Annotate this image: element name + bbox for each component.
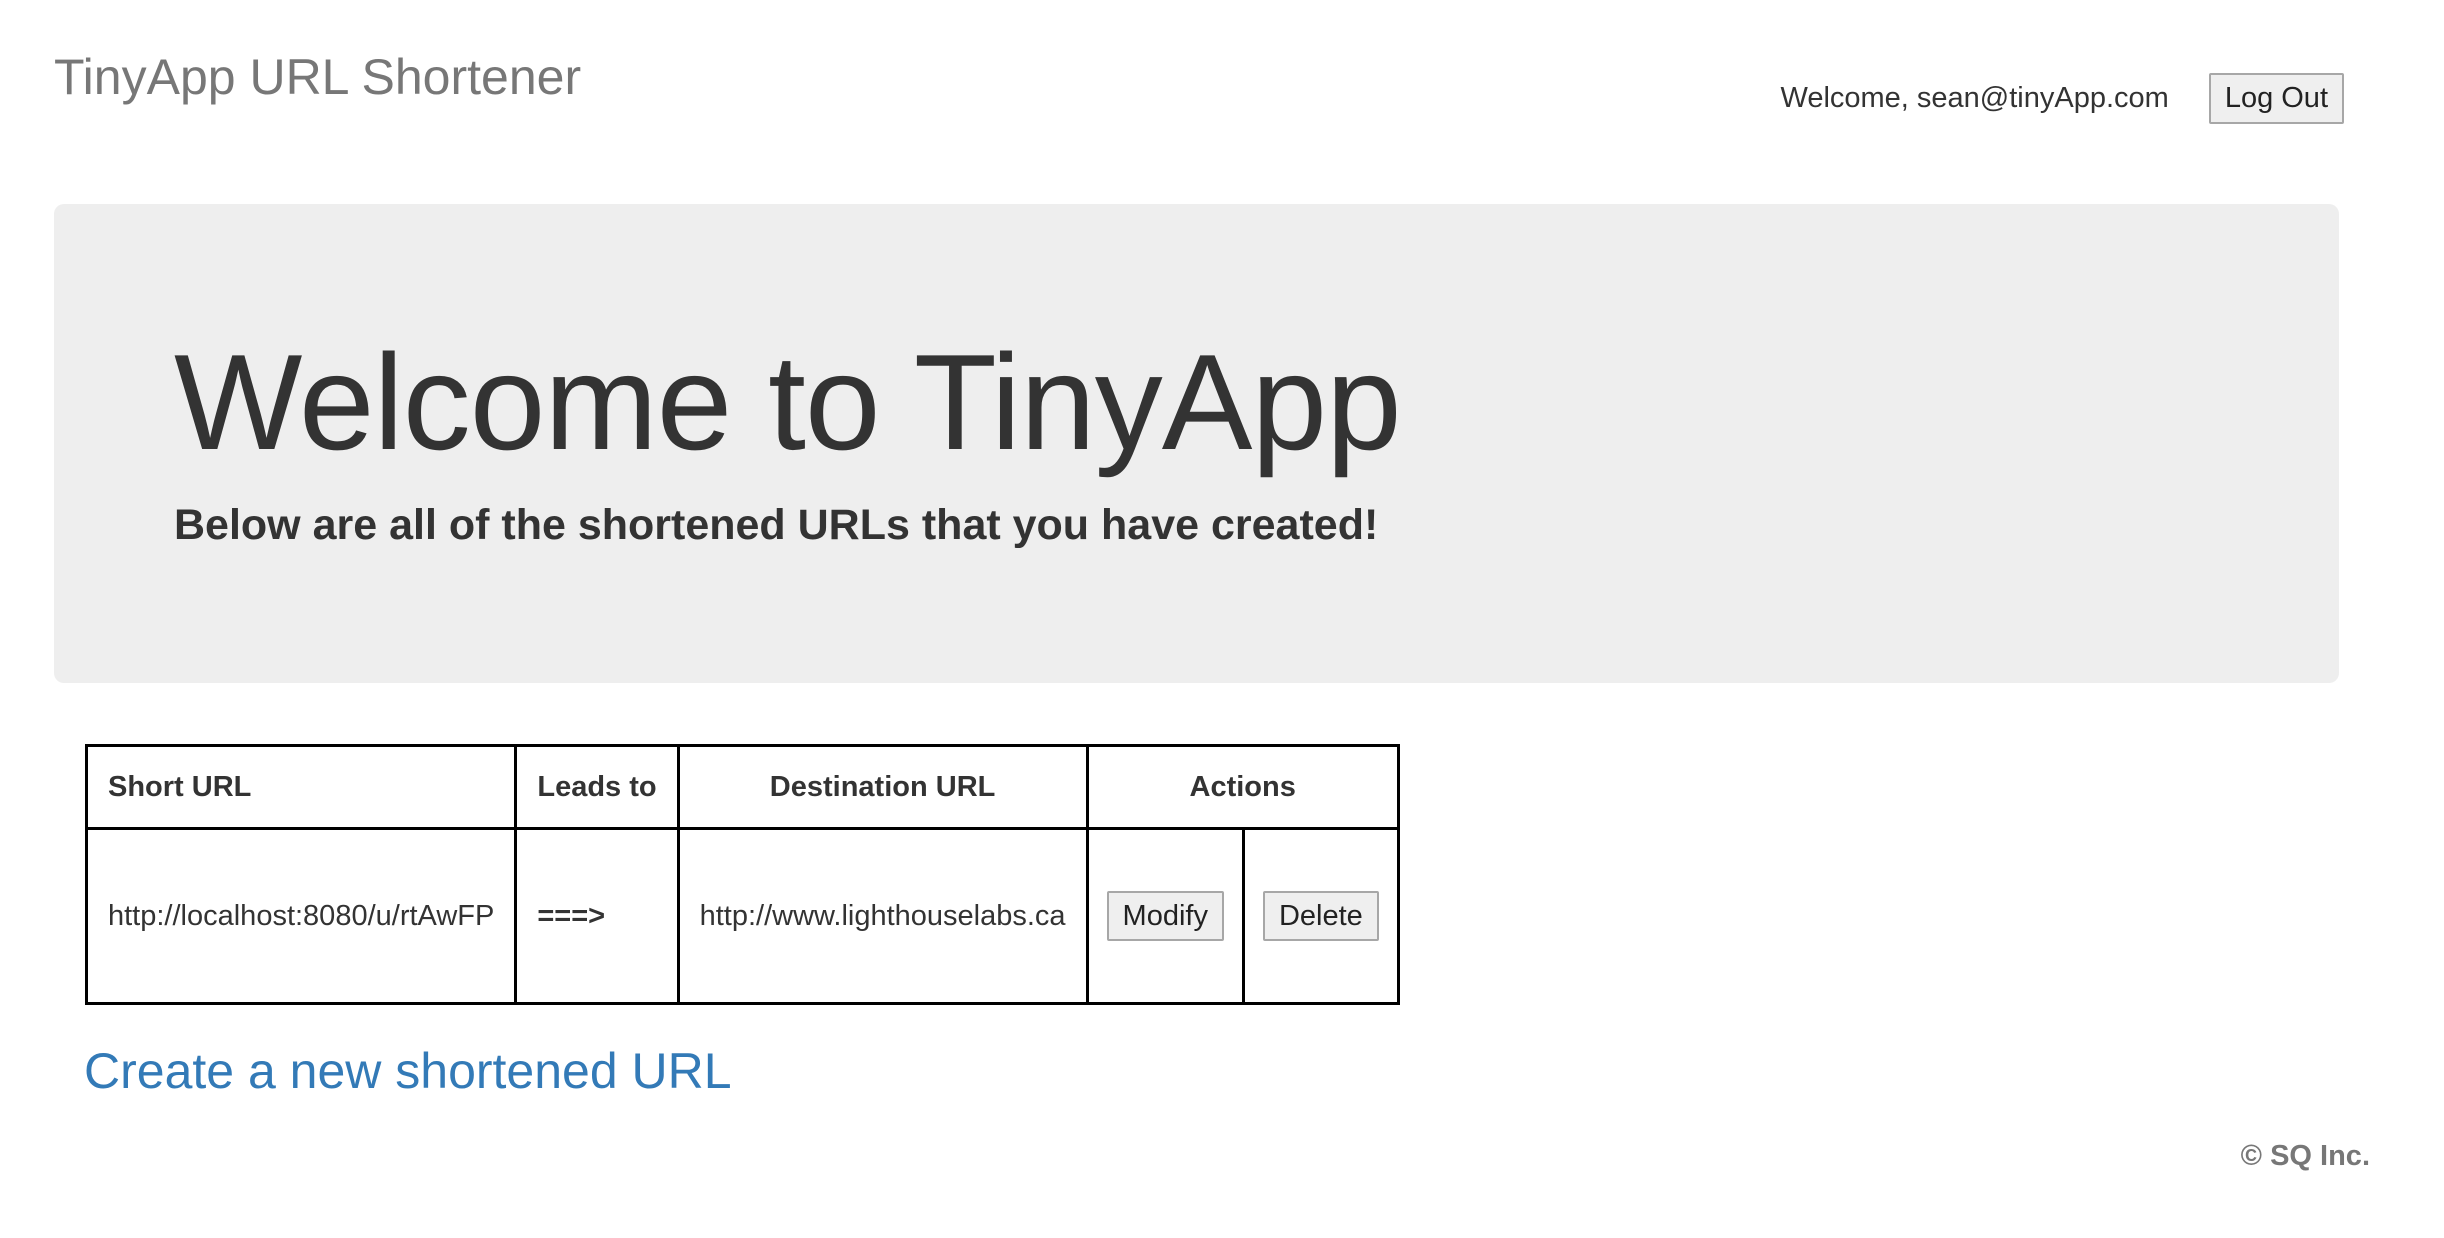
delete-cell: Delete xyxy=(1241,827,1400,1005)
header-leads-to: Leads to xyxy=(514,744,680,830)
footer-copyright: © SQ Inc. xyxy=(2240,1140,2370,1172)
header-short-url: Short URL xyxy=(84,744,518,830)
brand-link[interactable]: TinyApp URL Shortener xyxy=(54,52,581,102)
destination-url-cell: http://www.lighthouselabs.ca xyxy=(676,827,1089,1005)
arrow-cell: ===> xyxy=(514,827,680,1005)
navbar: TinyApp URL Shortener Welcome, sean@tiny… xyxy=(0,0,2444,170)
short-url-cell: http://localhost:8080/u/rtAwFP xyxy=(84,827,518,1005)
welcome-text: Welcome, sean@tinyApp.com xyxy=(1780,81,2169,114)
urls-table: Short URL Leads to Destination URL Actio… xyxy=(84,744,1400,1005)
header-actions: Actions xyxy=(1085,744,1400,830)
table-header-row: Short URL Leads to Destination URL Actio… xyxy=(84,744,1400,830)
delete-button[interactable]: Delete xyxy=(1262,890,1379,942)
modify-button[interactable]: Modify xyxy=(1106,890,1224,942)
user-area: Welcome, sean@tinyApp.com Log Out xyxy=(1780,73,2344,124)
logout-button[interactable]: Log Out xyxy=(2208,73,2344,124)
page-title: Welcome to TinyApp xyxy=(174,326,1402,478)
table-row: http://localhost:8080/u/rtAwFP ===> http… xyxy=(84,827,1400,1005)
page-subtitle: Below are all of the shortened URLs that… xyxy=(174,501,1379,549)
modify-cell: Modify xyxy=(1085,827,1245,1005)
header-destination-url: Destination URL xyxy=(676,744,1089,830)
jumbotron: Welcome to TinyApp Below are all of the … xyxy=(54,204,2339,683)
create-url-link[interactable]: Create a new shortened URL xyxy=(84,1046,732,1096)
